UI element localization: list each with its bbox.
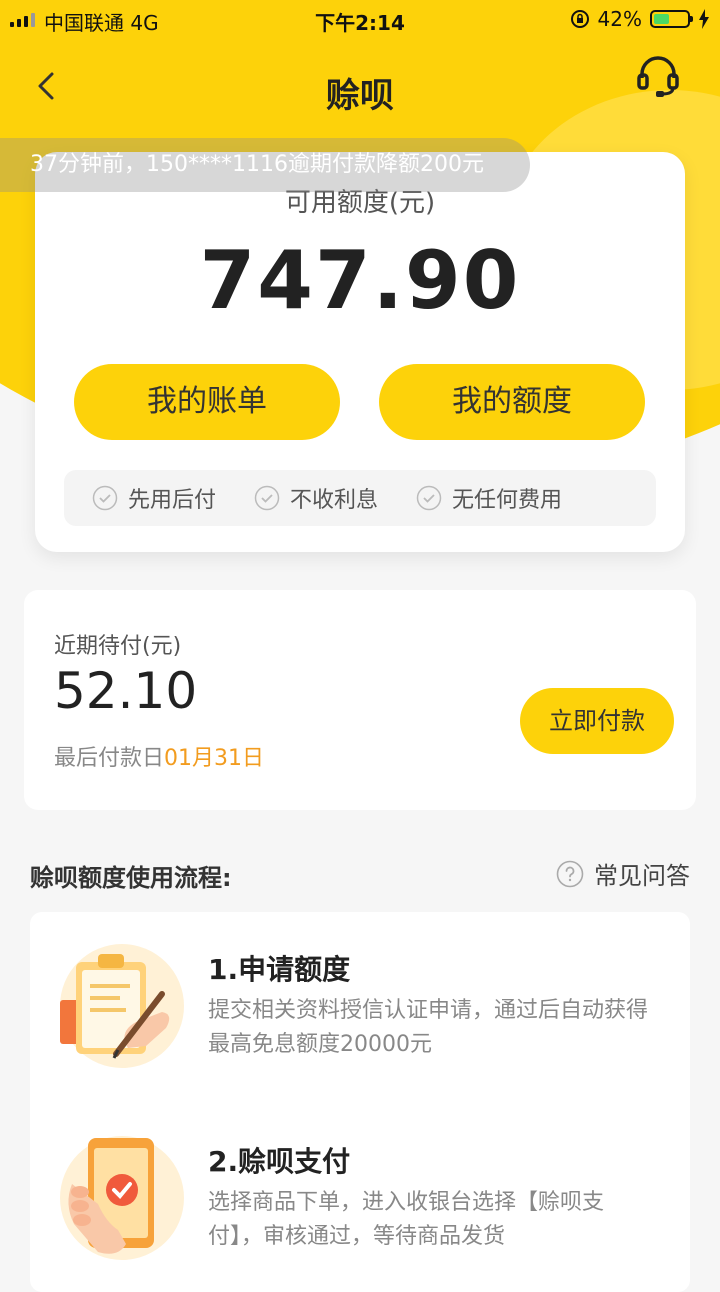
charging-icon: [699, 9, 709, 29]
feature-item: 不收利息: [254, 482, 378, 514]
process-section-title: 赊呗额度使用流程:: [30, 864, 232, 892]
step-title: 1.申请额度: [208, 953, 351, 986]
notification-toast: 37分钟前，150****1116逾期付款降额200元: [0, 138, 530, 192]
application-form-icon: [60, 944, 184, 1068]
check-circle-icon: [416, 485, 442, 511]
page-title: 赊呗: [326, 76, 394, 116]
feature-label: 无任何费用: [452, 488, 563, 513]
feature-item: 无任何费用: [416, 482, 562, 514]
status-bar: 中国联通 4G 下午2:14 42%: [0, 0, 720, 38]
feature-label: 先用后付: [128, 488, 217, 513]
recent-due-amount: 52.10: [54, 662, 198, 720]
due-date-line: 最后付款日01月31日: [54, 740, 264, 772]
battery-icon: [650, 10, 693, 28]
feature-item: 先用后付: [92, 482, 216, 514]
feature-list: 先用后付 不收利息 无任何费用: [64, 470, 656, 526]
nav-bar: 赊呗: [0, 38, 720, 138]
credit-card: 可用额度(元) 747.90 我的账单 我的额度 先用后付 不收利息 无任何费用: [35, 152, 685, 552]
feature-label: 不收利息: [290, 488, 379, 513]
recent-due-label: 近期待付(元): [54, 634, 182, 659]
recent-payment-card: 近期待付(元) 52.10 最后付款日01月31日 立即付款: [24, 590, 696, 810]
available-credit-amount: 747.90: [199, 234, 521, 327]
due-date-prefix: 最后付款日: [54, 746, 165, 771]
process-steps: 1.申请额度 提交相关资料授信认证申请，通过后自动获得最高免息额度20000元 …: [30, 912, 690, 1292]
check-circle-icon: [254, 485, 280, 511]
my-limit-button[interactable]: 我的额度: [379, 364, 645, 440]
faq-label: 常见问答: [594, 862, 690, 890]
phone-payment-icon: [60, 1136, 184, 1260]
step-description: 提交相关资料授信认证申请，通过后自动获得最高免息额度20000元: [208, 998, 649, 1057]
rotation-lock-icon: [570, 10, 589, 28]
due-date-value: 01月31日: [164, 746, 265, 771]
customer-service-icon[interactable]: [636, 54, 680, 98]
check-circle-icon: [92, 485, 118, 511]
step-title: 2.赊呗支付: [208, 1145, 351, 1178]
step-description: 选择商品下单，进入收银台选择【赊呗支付】，审核通过，等待商品发货: [208, 1190, 605, 1249]
battery-percent: 42%: [597, 7, 642, 31]
pay-now-button[interactable]: 立即付款: [520, 688, 674, 754]
my-bill-button[interactable]: 我的账单: [74, 364, 340, 440]
question-circle-icon: [556, 860, 584, 887]
faq-link[interactable]: 常见问答: [556, 856, 690, 891]
